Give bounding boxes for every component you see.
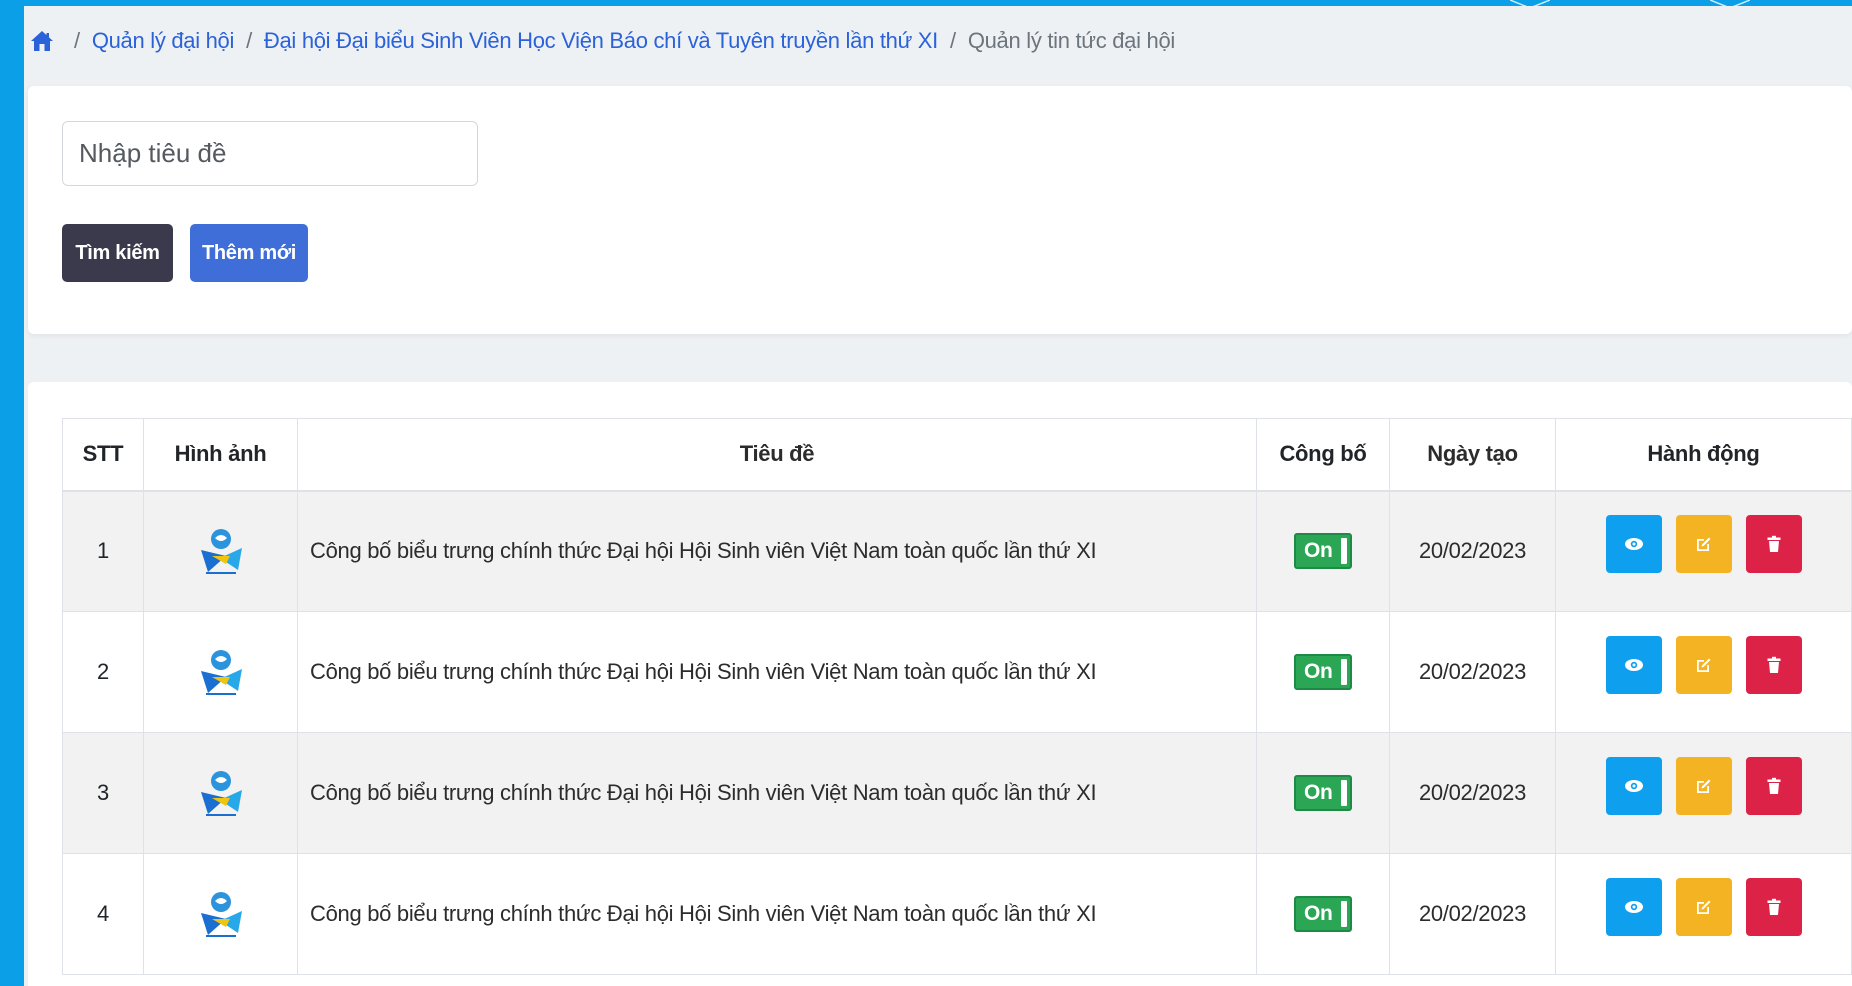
- trash-icon: [1767, 898, 1780, 915]
- edit-button[interactable]: [1675, 757, 1732, 815]
- breadcrumb-item-congress-management[interactable]: Quản lý đại hội: [92, 28, 235, 54]
- trash-icon: [1767, 777, 1780, 794]
- created-date: 20/02/2023: [1389, 490, 1556, 612]
- eye-icon: [1624, 901, 1643, 913]
- publish-cell: On: [1256, 853, 1390, 975]
- action-buttons: [1605, 878, 1802, 936]
- delete-button[interactable]: [1745, 757, 1802, 815]
- edit-button[interactable]: [1675, 878, 1732, 936]
- actions-cell: [1555, 611, 1852, 733]
- breadcrumb-item-congress[interactable]: Đại hội Đại biểu Sinh Viên Học Viện Báo …: [264, 28, 938, 54]
- edit-button[interactable]: [1675, 515, 1732, 574]
- column-header-stt: STT: [62, 418, 144, 492]
- publish-toggle-label: On: [1304, 902, 1333, 925]
- publish-toggle-label: On: [1304, 781, 1333, 804]
- table-header-row: STT Hình ảnh Tiêu đề Công bố Ngày tạo Hà…: [62, 418, 1852, 492]
- add-new-button[interactable]: Thêm mới: [190, 224, 308, 282]
- delete-button[interactable]: [1745, 636, 1802, 694]
- main-content: / Quản lý đại hội / Đại hội Đại biểu Sin…: [24, 6, 1852, 986]
- view-button[interactable]: [1605, 636, 1662, 694]
- congress-logo-thumbnail: [200, 650, 242, 695]
- edit-icon: [1696, 537, 1710, 552]
- thumbnail-cell: [143, 490, 298, 612]
- search-card: Tìm kiếm Thêm mới: [28, 86, 1852, 334]
- table-row: 1 Công bố biểu trưng chính thức Đại hội …: [62, 490, 1852, 612]
- edit-icon: [1696, 900, 1710, 914]
- eye-icon: [1624, 538, 1643, 551]
- publish-cell: On: [1256, 490, 1390, 612]
- column-header-image: Hình ảnh: [143, 418, 298, 492]
- publish-toggle[interactable]: On: [1294, 775, 1352, 811]
- edit-button[interactable]: [1675, 636, 1732, 694]
- created-date: 20/02/2023: [1389, 853, 1556, 975]
- delete-button[interactable]: [1745, 878, 1802, 936]
- title-search-input[interactable]: [62, 121, 478, 186]
- action-buttons: [1605, 757, 1802, 815]
- toggle-knob: [1341, 659, 1347, 685]
- news-title: Công bố biểu trưng chính thức Đại hội Hộ…: [297, 853, 1257, 975]
- publish-cell: On: [1256, 732, 1390, 854]
- row-number: 1: [62, 490, 144, 612]
- row-number: 3: [62, 732, 144, 854]
- view-button[interactable]: [1605, 757, 1662, 815]
- toggle-knob: [1341, 901, 1347, 927]
- news-title: Công bố biểu trưng chính thức Đại hội Hộ…: [297, 611, 1257, 733]
- actions-cell: [1555, 732, 1852, 854]
- congress-logo-thumbnail: [200, 892, 242, 937]
- trash-icon: [1767, 536, 1780, 553]
- created-date: 20/02/2023: [1389, 611, 1556, 733]
- delete-button[interactable]: [1745, 515, 1802, 574]
- news-title: Công bố biểu trưng chính thức Đại hội Hộ…: [297, 490, 1257, 612]
- publish-toggle-label: On: [1304, 539, 1333, 563]
- thumbnail-cell: [143, 611, 298, 733]
- publish-toggle[interactable]: On: [1294, 533, 1352, 570]
- action-buttons: [1605, 515, 1802, 574]
- view-button[interactable]: [1605, 515, 1662, 574]
- toggle-knob: [1341, 538, 1347, 565]
- actions-cell: [1555, 853, 1852, 975]
- actions-cell: [1555, 490, 1852, 612]
- created-date: 20/02/2023: [1389, 732, 1556, 854]
- news-table-card: STT Hình ảnh Tiêu đề Công bố Ngày tạo Hà…: [28, 382, 1852, 986]
- column-header-published: Công bố: [1256, 418, 1390, 492]
- row-number: 2: [62, 611, 144, 733]
- thumbnail-cell: [143, 732, 298, 854]
- breadcrumb-separator: /: [246, 28, 252, 53]
- table-row: 2 Công bố biểu trưng chính thức Đại hội …: [62, 611, 1852, 733]
- home-icon[interactable]: [30, 30, 54, 52]
- toggle-knob: [1341, 780, 1347, 806]
- search-button[interactable]: Tìm kiếm: [62, 224, 173, 282]
- eye-icon: [1624, 780, 1643, 792]
- trash-icon: [1767, 656, 1780, 673]
- table-row: 3 Công bố biểu trưng chính thức Đại hội …: [62, 732, 1852, 854]
- publish-toggle[interactable]: On: [1294, 896, 1352, 932]
- publish-toggle-label: On: [1304, 660, 1333, 683]
- breadcrumb-separator: /: [950, 28, 956, 53]
- eye-icon: [1624, 659, 1643, 671]
- breadcrumb-item-current: Quản lý tin tức đại hội: [967, 28, 1175, 53]
- congress-logo-thumbnail: [200, 771, 242, 816]
- publish-cell: On: [1256, 611, 1390, 733]
- column-header-created-date: Ngày tạo: [1389, 418, 1556, 492]
- column-header-actions: Hành động: [1555, 418, 1852, 492]
- news-title: Công bố biểu trưng chính thức Đại hội Hộ…: [297, 732, 1257, 854]
- news-table: STT Hình ảnh Tiêu đề Công bố Ngày tạo Hà…: [62, 418, 1852, 975]
- thumbnail-cell: [143, 853, 298, 975]
- breadcrumb: / Quản lý đại hội / Đại hội Đại biểu Sin…: [30, 28, 1175, 54]
- congress-logo-thumbnail: [200, 529, 242, 575]
- publish-toggle[interactable]: On: [1294, 654, 1352, 690]
- view-button[interactable]: [1605, 878, 1662, 936]
- breadcrumb-separator: /: [74, 28, 80, 53]
- edit-icon: [1696, 779, 1710, 793]
- row-number: 4: [62, 853, 144, 975]
- table-row: 4 Công bố biểu trưng chính thức Đại hội …: [62, 853, 1852, 975]
- column-header-title: Tiêu đề: [297, 418, 1257, 492]
- action-buttons: [1605, 636, 1802, 694]
- edit-icon: [1696, 658, 1710, 672]
